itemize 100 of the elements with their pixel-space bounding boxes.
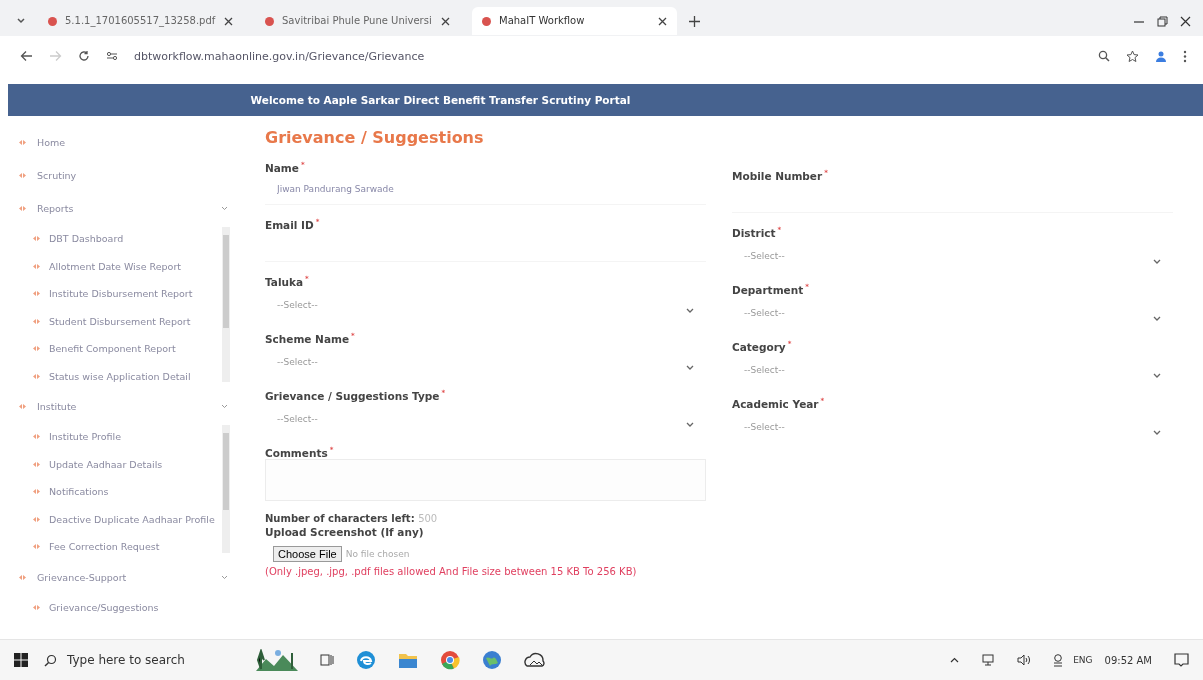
- sidebar-subitem[interactable]: Benefit Component Report: [32, 335, 222, 363]
- dropdown-field[interactable]: --Select--: [732, 409, 1173, 444]
- bullet-icon: [32, 345, 41, 353]
- dropdown-field[interactable]: --Select--: [732, 352, 1173, 387]
- dropdown-field[interactable]: --Select--: [265, 344, 706, 379]
- notification-icon[interactable]: [1174, 653, 1189, 667]
- sidebar-item[interactable]: Home: [18, 126, 238, 159]
- bullet-icon: [18, 139, 27, 146]
- globe-icon[interactable]: [482, 650, 502, 670]
- sidebar-item[interactable]: Reports: [18, 192, 238, 225]
- dropdown-field[interactable]: --Select--: [732, 295, 1173, 330]
- bullet-icon: [18, 172, 27, 179]
- network-icon[interactable]: [981, 654, 996, 666]
- sidebar-subitem[interactable]: Status wise Application Detail: [32, 362, 222, 390]
- more-menu-icon[interactable]: [1183, 49, 1187, 63]
- bullet-icon: [32, 515, 41, 523]
- page-icon: [48, 16, 57, 26]
- file-status-text: No file chosen: [345, 549, 410, 559]
- bullet-icon: [18, 403, 27, 410]
- chevron-icon: [686, 308, 694, 313]
- windows-start-icon[interactable]: [14, 653, 28, 667]
- close-icon[interactable]: [1180, 15, 1191, 27]
- upload-note: (Only .jpeg, .jpg, .pdf files allowed And File size between 15 KB To 256 KB): [265, 566, 638, 577]
- site-settings-icon[interactable]: [106, 51, 118, 61]
- page-icon: [482, 16, 491, 26]
- landscape-icon[interactable]: [256, 649, 298, 671]
- field-label: Scheme Name $^{*}$: [265, 331, 356, 345]
- bullet-icon: [18, 205, 27, 212]
- page-icon: [265, 16, 274, 26]
- taskbar-search-field[interactable]: Type here to search: [44, 653, 234, 667]
- sidebar-item[interactable]: Scrutiny: [18, 159, 238, 192]
- welcome-banner: Welcome to Aaple Sarkar Direct Benefit Transfer Scrutiny Portal: [8, 84, 1203, 116]
- sidebar-subitem[interactable]: Institute Profile: [32, 423, 222, 451]
- browser-tab[interactable]: 5.1.1_1701605517_13258.pdf: [38, 7, 243, 35]
- chevron-icon: [1153, 259, 1161, 264]
- field-label: Comments $^{*}$: [265, 445, 335, 459]
- upload-label: Upload Screenshot (If any): [265, 525, 425, 538]
- speaker-icon[interactable]: [1017, 654, 1032, 666]
- scrollbar[interactable]: [222, 227, 230, 382]
- address-bar[interactable]: dbtworkflow.mahaonline.gov.in/Grievance/Grievance: [134, 49, 425, 63]
- bullet-icon: [32, 317, 41, 325]
- new-tab-plus-icon[interactable]: [689, 15, 700, 27]
- restore-icon[interactable]: [1157, 15, 1168, 27]
- tab-list-chevron-icon[interactable]: [16, 16, 26, 26]
- sidebar-subitem[interactable]: Student Disbursement Report: [32, 307, 222, 335]
- bullet-icon: [32, 543, 41, 551]
- sidebar-subitem[interactable]: Grievance/Suggestions: [32, 593, 238, 621]
- folder-icon[interactable]: [398, 651, 418, 669]
- field-label: Name $^{*}$: [265, 160, 306, 174]
- bullet-icon: [32, 603, 41, 611]
- field-label: Grievance / Suggestions Type $^{*}$: [265, 388, 447, 402]
- bullet-icon: [18, 573, 27, 581]
- star-icon[interactable]: [1126, 49, 1139, 63]
- sidebar-subitem[interactable]: Allotment Date Wise Report: [32, 252, 222, 280]
- bullet-icon: [32, 460, 41, 468]
- chevron-icon: [686, 365, 694, 370]
- close-icon[interactable]: [441, 16, 450, 26]
- reload-icon[interactable]: [78, 50, 90, 62]
- caret-up-icon[interactable]: [950, 657, 960, 663]
- search-icon: [44, 653, 57, 667]
- close-icon[interactable]: [658, 16, 667, 26]
- characters-left-text: Number of characters left: 500: [265, 513, 439, 524]
- chevron-icon[interactable]: [221, 574, 228, 580]
- sidebar-item[interactable]: Institute: [18, 390, 238, 423]
- sidebar-subitem[interactable]: Notifications: [32, 478, 222, 506]
- sidebar-subitem[interactable]: Institute Disbursement Report: [32, 280, 222, 308]
- scrollbar[interactable]: [222, 425, 230, 553]
- sidebar-subitem[interactable]: Fee Correction Request: [32, 533, 222, 561]
- dropdown-field[interactable]: --Select--: [265, 401, 706, 436]
- cloud-photo-icon[interactable]: [524, 651, 546, 669]
- dropdown-field[interactable]: --Select--: [732, 238, 1173, 273]
- edge-browser-icon[interactable]: [356, 650, 376, 670]
- sidebar-subitem[interactable]: DBT Dashboard: [32, 225, 222, 253]
- close-icon[interactable]: [224, 16, 233, 26]
- clock-time[interactable]: 09:52 AM: [1104, 654, 1152, 666]
- chrome-browser-icon[interactable]: [440, 650, 460, 670]
- field-label: Taluka $^{*}$: [265, 274, 310, 288]
- field-label: Mobile Number $^{*}$: [732, 168, 829, 182]
- search-icon[interactable]: [1098, 50, 1110, 62]
- chevron-icon[interactable]: [221, 206, 228, 211]
- sidebar-item[interactable]: Grievance-Support: [18, 560, 238, 594]
- dropdown-field[interactable]: --Select--: [265, 287, 706, 322]
- browser-tab[interactable]: Savitribai Phule Pune Universi: [255, 7, 460, 35]
- task-view-icon[interactable]: [320, 654, 334, 666]
- chevron-icon: [686, 422, 694, 427]
- bullet-icon: [32, 372, 41, 380]
- browser-tab[interactable]: MahaIT Workflow: [472, 7, 677, 35]
- sidebar-subitem[interactable]: Update Aadhaar Details: [32, 450, 222, 478]
- chevron-icon[interactable]: [221, 404, 228, 409]
- bullet-icon: [32, 235, 41, 243]
- language-indicator[interactable]: ENG: [1073, 655, 1093, 665]
- field-label: Academic Year $^{*}$: [732, 396, 826, 410]
- field-label: Department $^{*}$: [732, 282, 810, 296]
- profile-icon[interactable]: [1155, 50, 1167, 62]
- bullet-icon: [32, 290, 41, 298]
- bullet-icon: [32, 262, 41, 270]
- bullet-icon: [32, 433, 41, 441]
- back-arrow-icon[interactable]: [20, 50, 33, 62]
- choose-file-button[interactable]: Choose File: [273, 546, 342, 562]
- sidebar-subitem[interactable]: Deactive Duplicate Aadhaar Profile: [32, 505, 222, 533]
